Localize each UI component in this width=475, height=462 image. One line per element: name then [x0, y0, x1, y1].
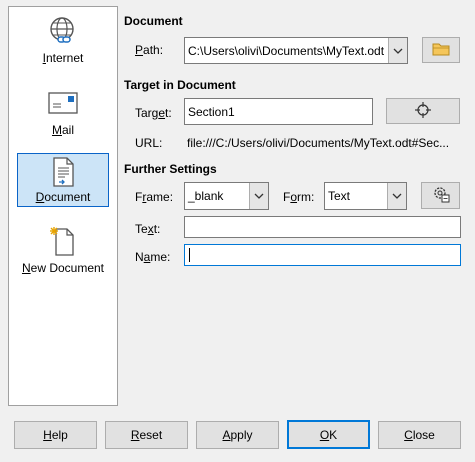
text-label: Text:: [135, 222, 161, 236]
section-header-document: Document: [124, 14, 183, 28]
path-combobox[interactable]: C:\Users\olivi\Documents\MyText.odt: [184, 37, 408, 64]
ok-button[interactable]: OK: [287, 420, 370, 449]
reset-button[interactable]: Reset: [105, 421, 188, 449]
open-file-button[interactable]: [422, 37, 460, 63]
sidebar-item-mail[interactable]: Mail: [9, 87, 117, 147]
envelope-icon: [47, 87, 79, 119]
document-icon: [47, 156, 79, 188]
sidebar-item-label: Mail: [51, 123, 74, 137]
name-input[interactable]: [184, 244, 461, 266]
sidebar-item-label: Document: [35, 190, 91, 204]
gear-document-icon: [432, 185, 450, 206]
frame-label: Frame:: [135, 190, 174, 204]
form-label: Form:: [283, 190, 315, 204]
chevron-down-icon[interactable]: [388, 38, 407, 63]
apply-button[interactable]: Apply: [196, 421, 279, 449]
path-value: C:\Users\olivi\Documents\MyText.odt: [188, 43, 385, 58]
form-select[interactable]: Text: [324, 182, 407, 210]
globe-link-icon: [47, 15, 79, 47]
new-document-icon: [47, 225, 79, 257]
sidebar-item-new-document[interactable]: New Document: [9, 225, 117, 285]
frame-combobox[interactable]: _blank: [184, 182, 269, 210]
close-button[interactable]: Close: [378, 421, 461, 449]
chevron-down-icon[interactable]: [387, 183, 406, 209]
section-header-further-settings: Further Settings: [124, 162, 217, 176]
sidebar-item-internet[interactable]: Internet: [9, 15, 117, 75]
hyperlink-type-sidebar: Internet Mail Document New Document: [8, 6, 118, 406]
url-label: URL:: [135, 136, 163, 150]
crosshair-icon: [415, 101, 431, 121]
target-input[interactable]: Section1: [184, 98, 373, 125]
section-header-target: Target in Document: [124, 78, 236, 92]
sidebar-item-label: New Document: [21, 261, 105, 275]
name-label: Name:: [135, 250, 171, 264]
chevron-down-icon[interactable]: [249, 183, 268, 209]
sidebar-item-label: Internet: [42, 51, 84, 65]
folder-icon: [432, 42, 450, 59]
url-value: file:///C:/Users/olivi/Documents/MyText.…: [187, 136, 450, 150]
events-button[interactable]: [421, 182, 460, 209]
text-cursor: [189, 248, 190, 262]
path-label: Path:: [135, 43, 164, 57]
help-button[interactable]: Help: [14, 421, 97, 449]
target-in-document-button[interactable]: [386, 98, 460, 124]
text-input[interactable]: [184, 216, 461, 238]
target-label: Target:: [135, 106, 172, 120]
sidebar-item-document[interactable]: Document: [17, 153, 109, 207]
